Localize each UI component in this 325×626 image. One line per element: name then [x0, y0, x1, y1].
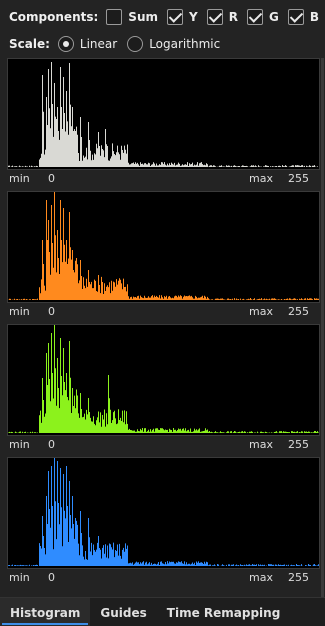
axis-min-value: 0: [48, 438, 55, 451]
tab-guides[interactable]: Guides: [90, 598, 156, 626]
histogram-r-axis: min 0 max 255: [7, 305, 320, 319]
histogram-g-axis: min 0 max 255: [7, 438, 320, 452]
radio-linear-circle[interactable]: [57, 36, 74, 52]
histogram-y-area: [8, 62, 319, 167]
histogram-r: min 0 max 255: [7, 191, 320, 319]
checkbox-r[interactable]: R: [206, 9, 238, 25]
histogram-b-plot: [7, 457, 320, 569]
histogram-b-axis: min 0 max 255: [7, 571, 320, 585]
histogram-g-area: [8, 325, 319, 433]
tab-time-remapping[interactable]: Time Remapping: [157, 598, 291, 626]
checkbox-g-box[interactable]: [246, 9, 263, 25]
tab-guides-label: Guides: [100, 605, 147, 620]
axis-max-value: 255: [288, 438, 309, 451]
radio-logarithmic-label: Logarithmic: [149, 37, 221, 51]
axis-max-label: max: [249, 438, 273, 451]
components-label: Components:: [9, 10, 99, 24]
checkbox-b-box[interactable]: [287, 9, 304, 25]
checkbox-sum[interactable]: Sum: [106, 9, 158, 25]
histogram-r-plot: [7, 191, 320, 303]
checkbox-g[interactable]: G: [246, 9, 279, 25]
checkbox-r-box[interactable]: [206, 9, 223, 25]
radio-linear[interactable]: Linear: [57, 36, 118, 52]
axis-max-value: 255: [288, 305, 309, 318]
axis-min-value: 0: [48, 305, 55, 318]
histogram-y: min 0 max 255: [7, 58, 320, 186]
axis-max-value: 255: [288, 571, 309, 584]
tab-time-remapping-label: Time Remapping: [166, 605, 281, 620]
checkbox-y[interactable]: Y: [167, 9, 198, 25]
axis-min-label: min: [9, 172, 30, 185]
radio-linear-label: Linear: [79, 37, 118, 51]
checkbox-b-label: B: [309, 10, 319, 24]
histogram-g-svg: [8, 325, 319, 433]
scale-label: Scale:: [9, 37, 50, 51]
axis-min-label: min: [9, 571, 30, 584]
histogram-y-svg: [8, 62, 319, 167]
scrollbar[interactable]: [321, 58, 324, 598]
histogram-b-svg: [8, 458, 319, 566]
scale-row: Scale: Linear Logarithmic: [0, 33, 325, 55]
tab-histogram-label: Histogram: [10, 605, 81, 620]
axis-min-value: 0: [48, 571, 55, 584]
axis-max-label: max: [249, 571, 273, 584]
histogram-r-svg: [8, 192, 319, 300]
components-row: Components: Sum Y R G B: [0, 6, 325, 28]
checkbox-g-label: G: [268, 10, 279, 24]
histogram-b-area: [8, 458, 319, 566]
axis-min-value: 0: [48, 172, 55, 185]
histogram-g: min 0 max 255: [7, 324, 320, 452]
checkbox-b[interactable]: B: [287, 9, 319, 25]
radio-logarithmic-circle[interactable]: [127, 36, 144, 52]
radio-logarithmic[interactable]: Logarithmic: [127, 36, 220, 52]
histogram-g-plot: [7, 324, 320, 436]
axis-min-label: min: [9, 438, 30, 451]
axis-max-label: max: [249, 172, 273, 185]
tab-histogram[interactable]: Histogram: [0, 598, 91, 626]
axis-min-label: min: [9, 305, 30, 318]
axis-max-value: 255: [288, 172, 309, 185]
histogram-r-area: [8, 192, 319, 300]
checkbox-y-box[interactable]: [167, 9, 183, 25]
histogram-panel: Components: Sum Y R G B Scale: Linear Lo…: [0, 0, 325, 626]
histogram-y-plot: [7, 58, 320, 170]
checkbox-sum-box[interactable]: [106, 9, 123, 25]
checkbox-r-label: R: [228, 10, 238, 24]
checkbox-sum-label: Sum: [128, 10, 158, 24]
checkbox-y-label: Y: [189, 10, 198, 24]
dock-tab-bar: Histogram Guides Time Remapping: [0, 597, 325, 626]
histogram-b: min 0 max 255: [7, 457, 320, 585]
axis-max-label: max: [249, 305, 273, 318]
histogram-y-axis: min 0 max 255: [7, 172, 320, 186]
